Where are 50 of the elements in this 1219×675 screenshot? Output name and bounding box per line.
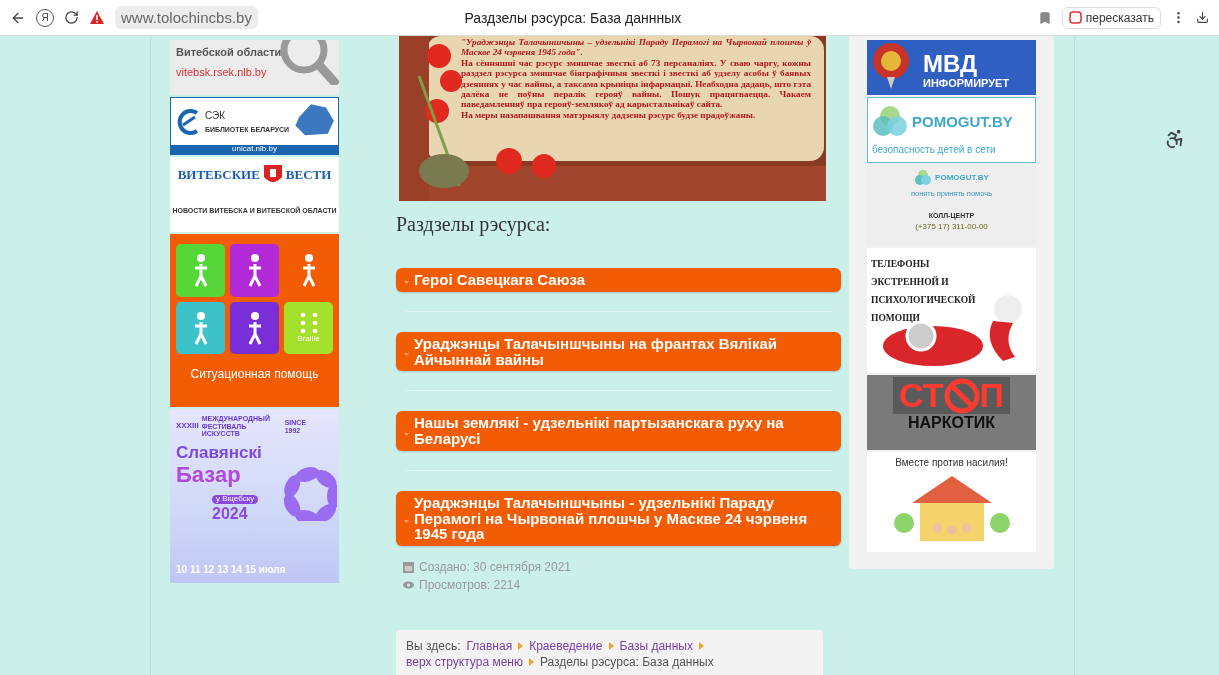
banner-text: Славянскі (176, 444, 263, 463)
breadcrumb-link[interactable]: верх структура меню (406, 655, 523, 669)
banner[interactable]: МВД ИНФОРМИРУЕТ (867, 40, 1036, 95)
address-field[interactable]: www.tolochincbs.by (115, 6, 258, 29)
banner-text: СЭК (205, 109, 227, 121)
retell-button[interactable]: пересказать (1061, 6, 1161, 29)
banner-text: Базар (176, 462, 242, 487)
view-count: Просмотров: 2214 (419, 578, 521, 592)
accordion-toggle[interactable]: Нашы землякі - удзельнікі партызанскага руху на Беларусі (396, 411, 841, 451)
breadcrumb-current: Разделы рэсурса: База данных (539, 655, 714, 669)
banner-text: Ситуационная помощь (190, 367, 319, 381)
hero-paragraph: На меры назапашвання матэрыялу дадзены рэсурс будзе прадоўжаны. (461, 109, 757, 121)
breadcrumb-link[interactable]: Главная (466, 639, 513, 653)
banner[interactable]: ТЕЛЕФОНЫ ЭКСТРЕННОЙ И ПСИХОЛОГИЧЕСКОЙ ПОМОЩИ (867, 248, 1036, 373)
banner-text: П (979, 377, 1004, 415)
breadcrumb-link[interactable]: Краеведение (529, 639, 603, 653)
page-title: Раздзелы рэсурса: База даннных (463, 9, 683, 26)
banner-text: безопасность детей в сети (872, 144, 997, 155)
breadcrumb-label: Вы здесь: (406, 639, 461, 653)
banner-text: ВЕСТИ (285, 167, 332, 183)
accordion-toggle[interactable]: Героі Савецкага Саюза (396, 268, 841, 292)
section-heading: Раздзелы рэсурса: (396, 213, 552, 236)
banner-text: vitebsk.rsek.nlb.by (176, 66, 268, 79)
banner-text: POMOGUT.BY (912, 113, 1013, 131)
banner-text: POMOGUT.BY (935, 173, 989, 183)
banner-text: 2024 (212, 504, 248, 522)
banner-text: XXXIII (176, 422, 199, 431)
accordion-toggle[interactable]: Ураджэнцы Талачыншчыны - удзельнікі Параду Перамогі на Чырвонай плошчы у Маскве 24 чэрвеня 1945 года (396, 490, 841, 546)
created-date: Создано: 30 сентября 2021 (419, 560, 571, 574)
banner[interactable]: Вместе против насилия! (867, 452, 1036, 552)
accordion-toggle[interactable]: Ураджэнцы Талачыншчыны на франтах Вялікай Айчыннай вайны (396, 331, 841, 372)
banner[interactable]: Витебской области vitebsk.rsek.nlb.by (170, 40, 339, 95)
banner-text: ИНФОРМИРУЕТ (923, 76, 1010, 89)
banner[interactable]: Braille Ситуационная помощь (170, 234, 339, 407)
breadcrumb-link[interactable]: Базы данных (619, 639, 693, 653)
banner-text: у Віцебску (216, 494, 255, 504)
banner-text: Витебской области (176, 46, 283, 59)
hero-title: "Ураджэнцы Талачыншчыны – удзельнікі Параду Перамогі на Чырвонай плошчы ў Маскве 24 чэрвеня 1945 года". (461, 37, 811, 58)
banner[interactable]: СТ П НАРКОТИК (867, 375, 1036, 450)
banner-text: ТЕЛЕФОНЫ ЭКСТРЕННОЙ И ПСИХОЛОГИЧЕСКОЙ ПОМОЩИ (871, 259, 976, 323)
banner-text: 10 11 12 13 14 15 июля (176, 564, 286, 575)
banner-text: ВИТЕБСКИЕ (177, 167, 260, 183)
hero-paragraph: На сённяшні час рэсурс змяшчае звесткі аб 73 персаналіях. У сваю чаргу, кожны раздзел рэсурса змяшчае біяграфічныя звесткі і звесткі аб удзелу асобы ў баявых дзеяннях у час вайны, а таксама крыніцы інфармацыі. Неабходна дадаць, што гэта далёка не поўны пералік герояў вайны. Пошук працягваецца. Чакаем паведамленняў пра герояў-землякоў ад карыстальнікаў сайта. (461, 57, 811, 110)
banner-text: unicat.nlb.by (232, 145, 277, 154)
banner-text: (+375 17) 311-00-00 (915, 222, 988, 232)
banner-text: Braille (297, 335, 320, 345)
banner-text: СТ (899, 377, 944, 415)
banner-text: МВД (923, 50, 979, 77)
banner-text: НАРКОТИК (908, 414, 995, 432)
banner-text: Вместе против насилия! (895, 457, 1008, 468)
